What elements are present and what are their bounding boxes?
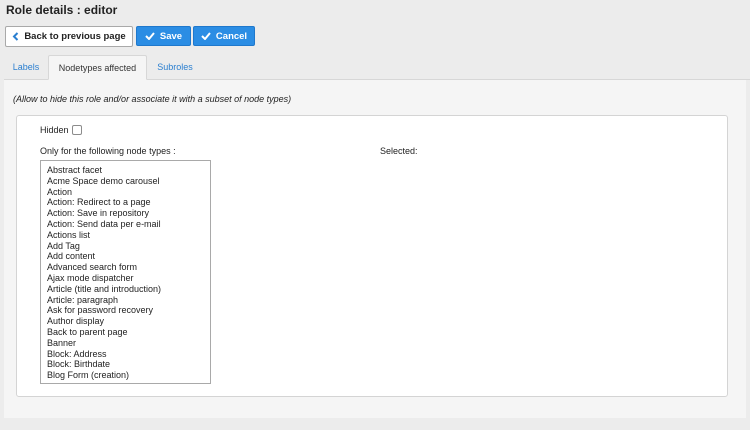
hidden-checkbox[interactable]: [71, 125, 82, 135]
node-type-option[interactable]: Advanced search form: [41, 262, 210, 273]
save-button[interactable]: Save: [136, 26, 191, 46]
tab-labels[interactable]: Labels: [4, 55, 48, 79]
tab-subroles[interactable]: Subroles: [147, 55, 203, 79]
node-type-option[interactable]: Blog Form (creation): [41, 370, 210, 381]
node-type-option[interactable]: Acme Space demo carousel: [41, 176, 210, 187]
node-type-option[interactable]: Ajax mode dispatcher: [41, 273, 210, 284]
cancel-button-label: Cancel: [215, 30, 248, 42]
tab-nodetypes-affected[interactable]: Nodetypes affected: [48, 55, 147, 80]
back-button-label: Back to previous page: [24, 31, 126, 42]
node-type-option[interactable]: Action: Save in repository: [41, 208, 210, 219]
chevron-left-icon: [12, 32, 19, 41]
node-types-label: Only for the following node types :: [40, 146, 176, 156]
node-type-option[interactable]: Action: Redirect to a page: [41, 197, 210, 208]
page-title: Role details : editor: [6, 3, 118, 17]
node-type-option[interactable]: Article: paragraph: [41, 295, 210, 306]
node-type-option[interactable]: Add content: [41, 251, 210, 262]
node-type-option[interactable]: Banner: [41, 338, 210, 349]
hidden-row: Hidden: [40, 125, 82, 135]
node-type-option[interactable]: Actions list: [41, 230, 210, 241]
node-type-option[interactable]: Action: Send data per e-mail: [41, 219, 210, 230]
node-type-option[interactable]: Action: [41, 187, 210, 198]
tab-bar: Labels Nodetypes affected Subroles: [4, 55, 750, 80]
node-type-option[interactable]: Add Tag: [41, 241, 210, 252]
hidden-label: Hidden: [40, 125, 69, 135]
node-types-listbox[interactable]: Abstract facet Acme Space demo carousel Ac…: [40, 160, 211, 384]
node-type-option[interactable]: Block: Address: [41, 349, 210, 360]
node-type-option[interactable]: Back to parent page: [41, 327, 210, 338]
node-type-option[interactable]: Abstract facet: [41, 165, 210, 176]
cancel-button[interactable]: Cancel: [193, 26, 255, 46]
node-type-option[interactable]: Article (title and introduction): [41, 284, 210, 295]
hint-text: (Allow to hide this role and/or associat…: [13, 94, 292, 104]
selected-label: Selected:: [380, 146, 418, 156]
back-button[interactable]: Back to previous page: [5, 26, 133, 47]
node-type-option[interactable]: Author display: [41, 316, 210, 327]
node-type-option[interactable]: Block: Birthdate: [41, 359, 210, 370]
node-type-option[interactable]: Ask for password recovery: [41, 305, 210, 316]
check-icon: [145, 32, 155, 40]
save-button-label: Save: [159, 30, 183, 42]
check-icon: [201, 32, 211, 40]
